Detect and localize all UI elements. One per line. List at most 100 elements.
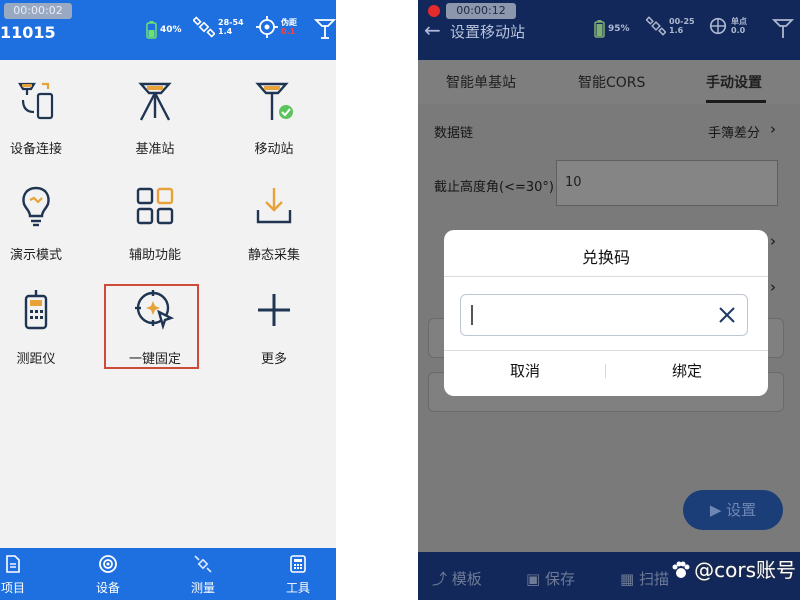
download-tray-icon <box>256 188 292 224</box>
plus-icon <box>258 294 290 326</box>
watermark: @cors账号 <box>670 554 796 583</box>
satellite-status: 28-54 1.4 <box>193 16 244 38</box>
receiver-antenna-icon <box>314 19 336 39</box>
tab-device-label: 设备 <box>95 581 120 595</box>
satellite-icon <box>646 16 666 36</box>
paw-logo-icon <box>672 561 690 578</box>
tab-survey[interactable]: 测量 <box>178 552 228 596</box>
more-tile[interactable]: 更多 <box>224 288 324 367</box>
rover-station-icon <box>255 82 293 120</box>
crosshair-status-icon <box>256 16 278 38</box>
screenshot-stage: 11015 40% 28-54 1.4 伪距 0.1 00:00:02 设备连接… <box>0 0 800 600</box>
battery-level-right: 95% <box>608 24 630 34</box>
text-caret <box>471 305 473 325</box>
recording-timer: 00:00:02 <box>4 3 72 19</box>
watermark-text: @cors账号 <box>694 558 796 582</box>
solution-type-right: 单点 <box>731 17 747 26</box>
set-button-label: 设置 <box>726 501 757 519</box>
base-station-label: 基准站 <box>135 142 175 157</box>
right-phone-screen: ← 设置移动站 95% 00-25 1.6 单点 0.0 00:00:12 智能… <box>418 0 800 600</box>
static-collect-tile[interactable]: 静态采集 <box>224 184 324 263</box>
recording-timer-right: 00:00:12 <box>446 3 516 19</box>
tab-smart-single-base[interactable]: 智能单基站 <box>446 72 516 92</box>
rover-station-label: 移动站 <box>254 142 294 157</box>
rangefinder-tile[interactable]: 测距仪 <box>0 288 86 367</box>
active-tab-indicator <box>706 100 766 103</box>
solution-status: 伪距 0.1 <box>256 16 297 38</box>
device-connect-icon <box>18 82 54 120</box>
tab-tools-label: 工具 <box>285 581 310 595</box>
base-station-icon <box>138 82 172 121</box>
solution-type: 伪距 <box>281 18 297 27</box>
data-link-value[interactable]: 手簿差分 <box>708 122 760 141</box>
divider <box>444 276 768 277</box>
share-icon: ⤴ <box>432 570 448 588</box>
battery-level: 40% <box>160 25 182 35</box>
auxiliary-label: 辅助功能 <box>128 248 181 263</box>
tab-template-label: 模板 <box>451 570 482 588</box>
battery-icon <box>594 20 605 38</box>
data-link-label: 数据链 <box>434 126 474 141</box>
base-station-tile[interactable]: 基准站 <box>105 78 205 157</box>
bind-button[interactable]: 绑定 <box>606 360 768 381</box>
solution-sub: 0.1 <box>281 27 296 36</box>
cancel-button[interactable]: 取消 <box>444 360 606 381</box>
more-label: 更多 <box>260 352 287 367</box>
cutoff-angle-label: 截止高度角(<=30°) <box>434 180 554 195</box>
tab-scan-label: 扫描 <box>638 570 669 588</box>
left-bottom-nav: 项目 设备 测量 工具 <box>0 548 336 600</box>
lightbulb-icon <box>22 186 50 227</box>
tab-tools[interactable]: 工具 <box>273 552 323 596</box>
battery-icon <box>146 21 157 39</box>
highlight-box <box>104 284 199 369</box>
dialog-title: 兑换码 <box>581 248 630 267</box>
solution-status-right: 单点 0.0 <box>708 16 747 36</box>
satellite-icon <box>193 16 215 38</box>
grid-squares-icon <box>136 187 174 225</box>
chevron-right-icon: › <box>770 278 776 296</box>
cutoff-angle-input[interactable]: 10 <box>556 160 778 206</box>
project-icon <box>6 555 20 573</box>
battery-status-right: 95% <box>594 20 630 38</box>
satellite-count-right: 00-25 <box>669 17 695 26</box>
tab-save-label: 保存 <box>544 570 575 588</box>
crosshair-status-icon <box>709 17 727 35</box>
tab-survey-label: 测量 <box>190 581 215 595</box>
chevron-right-icon: › <box>770 120 776 138</box>
rover-station-tile[interactable]: 移动站 <box>224 78 324 157</box>
auxiliary-tile[interactable]: 辅助功能 <box>105 184 205 263</box>
recording-dot-icon <box>428 5 440 17</box>
pdop-value: 1.4 <box>218 27 233 36</box>
tab-template[interactable]: ⤴ 模板 <box>432 568 482 589</box>
tools-icon <box>290 555 306 573</box>
satellite-count: 28-54 <box>218 18 244 27</box>
demo-mode-label: 演示模式 <box>9 248 62 263</box>
set-button[interactable]: ▶ 设置 <box>683 490 783 530</box>
device-id: 11015 <box>0 23 56 42</box>
tab-project[interactable]: 项目 <box>0 552 38 596</box>
satellite-status-right: 00-25 1.6 <box>646 16 695 36</box>
tab-device[interactable]: 设备 <box>83 552 133 596</box>
redeem-code-input[interactable] <box>460 294 748 336</box>
device-connect-tile[interactable]: 设备连接 <box>0 78 86 157</box>
tab-scan[interactable]: ▦ 扫描 <box>620 568 669 589</box>
survey-icon <box>194 555 212 573</box>
qr-icon: ▦ <box>620 570 635 588</box>
tab-manual-setup[interactable]: 手动设置 <box>706 72 762 92</box>
tab-save[interactable]: ▣ 保存 <box>526 568 575 589</box>
save-icon: ▣ <box>526 570 541 588</box>
tab-smart-cors[interactable]: 智能CORS <box>578 72 645 92</box>
page-title: 设置移动站 <box>450 23 526 41</box>
close-icon[interactable] <box>715 303 739 327</box>
device-icon <box>99 555 117 573</box>
demo-mode-tile[interactable]: 演示模式 <box>0 184 86 263</box>
pdop-value-right: 1.6 <box>669 26 684 35</box>
device-connect-label: 设备连接 <box>9 142 62 157</box>
setup-tabs: 智能单基站 智能CORS 手动设置 <box>418 60 800 104</box>
rangefinder-icon <box>24 290 48 330</box>
back-arrow-icon[interactable]: ← <box>424 18 441 42</box>
play-icon: ▶ <box>709 501 727 519</box>
left-phone-screen: 11015 40% 28-54 1.4 伪距 0.1 00:00:02 设备连接… <box>0 0 336 600</box>
battery-status: 40% <box>146 21 182 39</box>
divider <box>444 350 768 351</box>
